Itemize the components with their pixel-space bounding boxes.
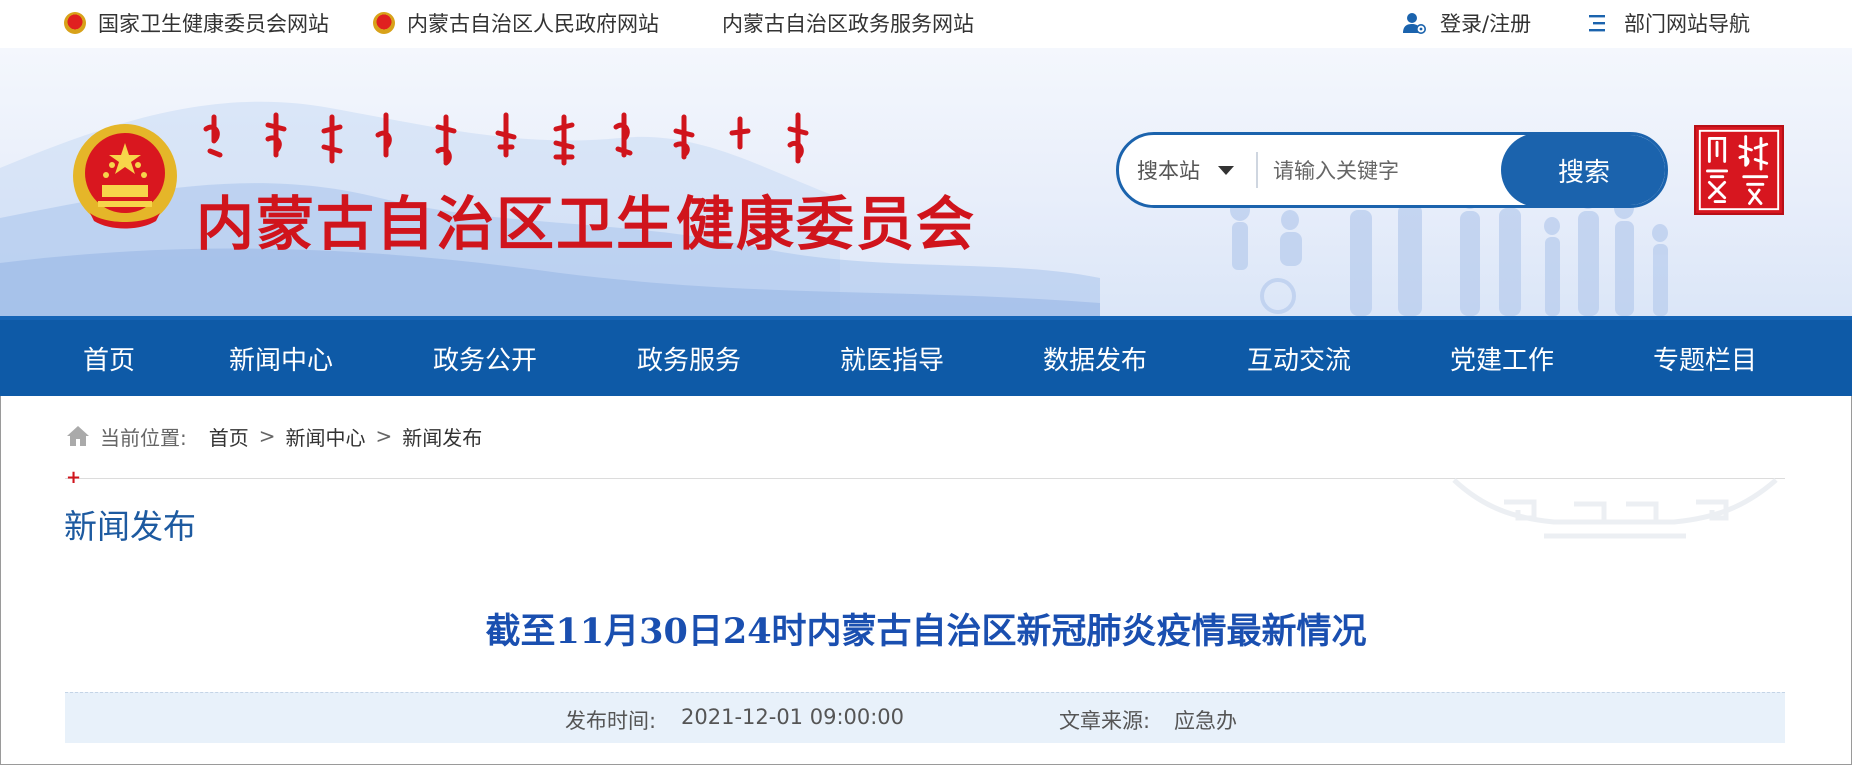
- link-imar-government[interactable]: 内蒙古自治区人民政府网站: [373, 9, 659, 37]
- nav-item-party-building[interactable]: 党建工作: [1450, 320, 1554, 396]
- breadcrumb-news-release[interactable]: 新闻发布: [402, 422, 482, 451]
- search-scope-dropdown[interactable]: 搜本站: [1137, 135, 1234, 205]
- decorative-pattern: [1452, 478, 1778, 539]
- breadcrumb-separator: >: [375, 424, 393, 448]
- nav-item-news-center[interactable]: 新闻中心: [229, 320, 333, 396]
- breadcrumb-prefix: 当前位置:: [100, 425, 187, 450]
- publish-time-label: 发布时间:: [565, 709, 657, 733]
- site-title: 内蒙古自治区卫生健康委员会: [196, 190, 977, 258]
- search-input[interactable]: [1271, 150, 1505, 192]
- department-nav-link[interactable]: 部门网站导航: [1586, 9, 1750, 37]
- link-imar-gov-services[interactable]: 内蒙古自治区政务服务网站: [722, 9, 974, 37]
- nav-item-government-services[interactable]: 政务服务: [637, 320, 741, 396]
- search-divider: [1256, 152, 1258, 188]
- main-nav: 首页 新闻中心 政务公开 政务服务 就医指导 数据发布 互动交流 党建工作 专题…: [0, 316, 1852, 396]
- breadcrumb: 当前位置: 首页 > 新闻中心 > 新闻发布: [66, 420, 482, 452]
- article-meta-bar: 发布时间: 2021-12-01 09:00:00 文章来源: 应急办: [65, 692, 1785, 743]
- link-national-health-commission[interactable]: 国家卫生健康委员会网站: [64, 9, 329, 37]
- national-emblem-icon: [64, 12, 86, 34]
- publish-time: 2021-12-01 09:00:00: [681, 705, 905, 729]
- login-register-link[interactable]: 登录/注册: [1402, 9, 1531, 37]
- article-title: 截至11月30日24时内蒙古自治区新冠肺炎疫情最新情况: [485, 611, 1367, 652]
- user-icon: [1403, 13, 1426, 34]
- nav-item-data-release[interactable]: 数据发布: [1043, 320, 1147, 396]
- nav-item-home[interactable]: 首页: [83, 320, 135, 396]
- home-icon: [67, 426, 89, 446]
- national-emblem-logo: [73, 124, 177, 229]
- nav-item-government-affairs[interactable]: 政务公开: [433, 320, 537, 396]
- top-bar: 国家卫生健康委员会网站 内蒙古自治区人民政府网站 内蒙古自治区政务服务网站 登录…: [0, 0, 1852, 48]
- national-emblem-icon: [373, 12, 395, 34]
- site-banner: 内蒙古自治区卫生健康委员会 搜本站 搜索: [0, 48, 1852, 316]
- nav-item-medical-guide[interactable]: 就医指导: [840, 320, 944, 396]
- section-title: 新闻发布: [64, 507, 196, 546]
- nav-item-interaction[interactable]: 互动交流: [1247, 320, 1351, 396]
- list-menu-icon: [1589, 15, 1605, 32]
- breadcrumb-separator: >: [258, 424, 276, 448]
- search-box: 搜本站 搜索: [1116, 132, 1668, 208]
- article-source: 应急办: [1174, 709, 1237, 733]
- plus-mark: +: [66, 467, 82, 488]
- breadcrumb-home[interactable]: 首页: [209, 422, 249, 451]
- inner-mongolia-seal-logo: [1694, 125, 1784, 215]
- mongolian-script-title: [203, 112, 809, 166]
- chevron-down-icon: [1218, 165, 1234, 175]
- breadcrumb-news-center[interactable]: 新闻中心: [286, 422, 366, 451]
- search-button[interactable]: 搜索: [1501, 135, 1665, 205]
- source-label: 文章来源:: [1059, 709, 1151, 733]
- nav-item-special-topics[interactable]: 专题栏目: [1653, 320, 1757, 396]
